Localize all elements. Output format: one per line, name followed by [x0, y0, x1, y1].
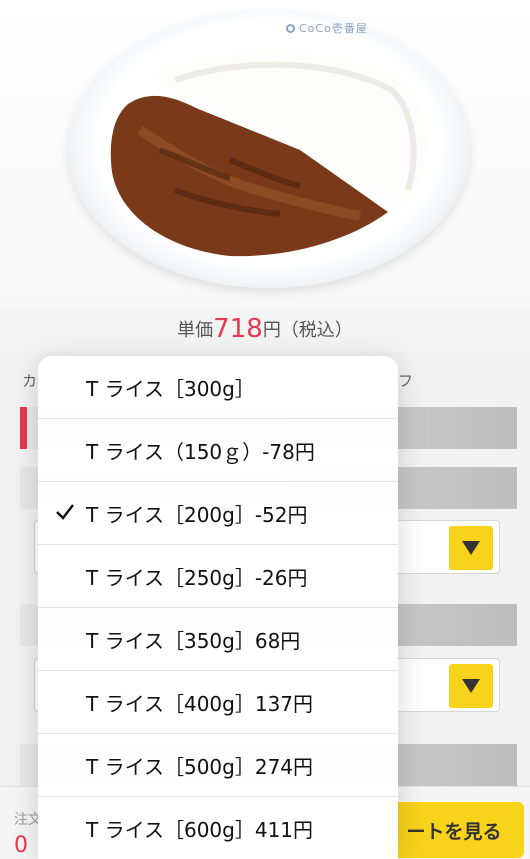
picker-option[interactable]: T ライス［600g］411円: [38, 797, 398, 859]
picker-option[interactable]: T ライス［250g］-26円: [38, 545, 398, 608]
picker-option[interactable]: T ライス［400g］137円: [38, 671, 398, 734]
picker-option-label: T ライス［300g］: [86, 376, 255, 401]
picker-option-label: T ライス［200g］-52円: [86, 502, 308, 527]
picker-option[interactable]: T ライス（150ｇ）-78円: [38, 419, 398, 482]
picker-option-label: T ライス［500g］274円: [86, 754, 314, 779]
picker-option-label: T ライス（150ｇ）-78円: [86, 439, 315, 464]
picker-option-label: T ライス［350g］68円: [86, 628, 301, 653]
picker-option-label: T ライス［250g］-26円: [86, 565, 308, 590]
picker-option[interactable]: T ライス［500g］274円: [38, 734, 398, 797]
rice-picker-popup: T ライス［300g］ T ライス（150ｇ）-78円 T ライス［200g］-52…: [38, 356, 398, 859]
picker-option-label: T ライス［400g］137円: [86, 691, 314, 716]
picker-option[interactable]: T ライス［200g］-52円: [38, 482, 398, 545]
picker-option[interactable]: T ライス［300g］: [38, 356, 398, 419]
picker-option[interactable]: T ライス［350g］68円: [38, 608, 398, 671]
picker-option-label: T ライス［600g］411円: [86, 818, 314, 842]
checkmark-icon: [56, 504, 74, 520]
